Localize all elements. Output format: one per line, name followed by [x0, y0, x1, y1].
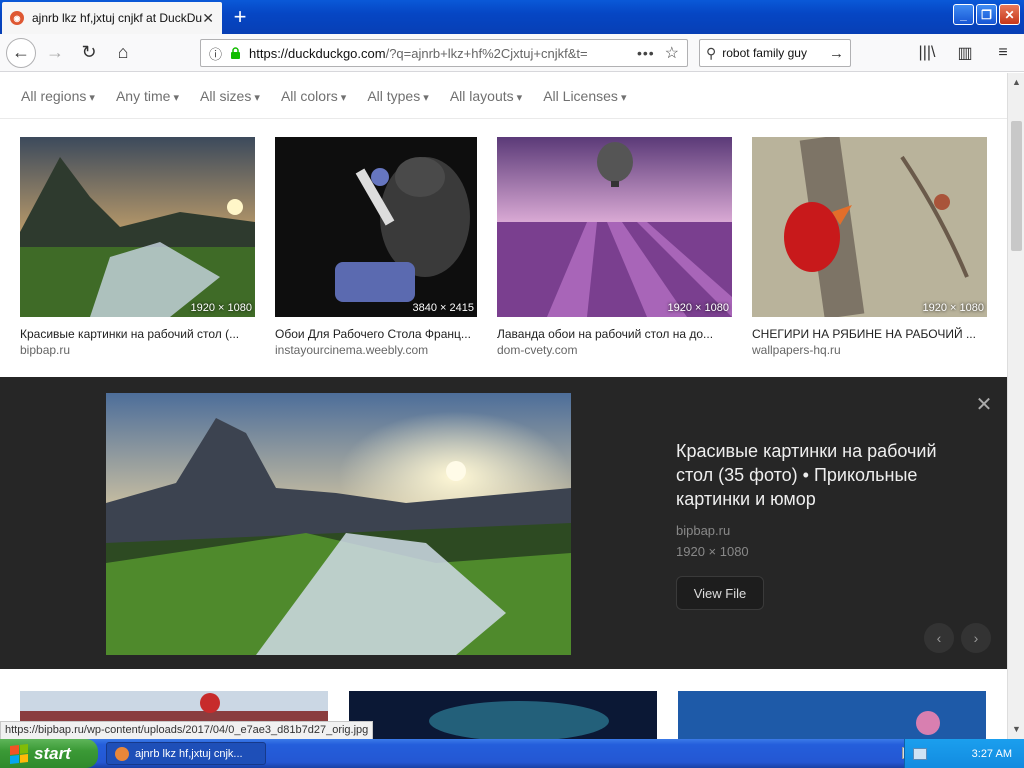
- info-icon[interactable]: ⓘ: [209, 44, 222, 63]
- image-results: 1920 × 1080 Красивые картинки на рабочий…: [0, 119, 1007, 377]
- navigation-bar: ← → ↻ ⌂ ⓘ https://duckduckgo.com/?q=ajnr…: [0, 34, 1024, 72]
- result-source: instayourcinema.weebly.com: [275, 343, 429, 357]
- clock[interactable]: 3:27 AM: [972, 748, 1012, 760]
- result-source: bipbap.ru: [20, 343, 71, 357]
- page-actions-icon[interactable]: •••: [637, 45, 655, 61]
- next-image-icon[interactable]: ›: [961, 623, 991, 653]
- result-title[interactable]: Обои Для Рабочего Стола Франц...: [275, 327, 477, 341]
- firefox-icon: [115, 746, 129, 761]
- result-tile[interactable]: 1920 × 1080 Лаванда обои на рабочий стол…: [497, 137, 732, 357]
- detail-image[interactable]: [106, 393, 571, 655]
- result-image-cardinal[interactable]: 1920 × 1080: [752, 137, 987, 317]
- search-bar[interactable]: ⚲ robot family guy →: [699, 39, 851, 67]
- result-image-dog-phone[interactable]: 3840 × 2415: [275, 137, 477, 317]
- image-dimensions: 1920 × 1080: [667, 302, 729, 314]
- filter-colors[interactable]: All colors: [281, 88, 346, 104]
- detail-source[interactable]: bipbap.ru: [676, 523, 730, 538]
- new-tab-button[interactable]: +: [228, 4, 252, 29]
- image-detail-panel: ✕ Красивые картинки на рабочий стол (35 …: [0, 377, 1007, 669]
- filter-layouts[interactable]: All layouts: [450, 88, 522, 104]
- close-detail-icon[interactable]: ✕: [974, 395, 994, 415]
- close-window-button[interactable]: ✕: [999, 4, 1020, 25]
- address-bar[interactable]: ⓘ https://duckduckgo.com/?q=ajnrb+lkz+hf…: [200, 39, 688, 67]
- maximize-button[interactable]: ❐: [976, 4, 997, 25]
- taskbar-firefox-item[interactable]: ajnrb lkz hf,jxtuj cnjk...: [106, 742, 266, 765]
- home-button[interactable]: ⌂: [108, 38, 138, 68]
- search-icon: ⚲: [706, 44, 717, 61]
- tab-close-icon[interactable]: ✕: [202, 10, 214, 27]
- filter-types[interactable]: All types: [367, 88, 429, 104]
- sidebar-icon[interactable]: ▥: [950, 38, 980, 68]
- filter-regions[interactable]: All regions: [21, 88, 95, 104]
- url-path: /?q=ajnrb+lkz+hf%2Cjxtuj+cnjkf&t=: [385, 45, 588, 61]
- result-source: dom-cvety.com: [497, 343, 578, 357]
- result-image-waterfall[interactable]: 1920 × 1080: [20, 137, 255, 317]
- back-button[interactable]: ←: [6, 37, 36, 68]
- network-icon[interactable]: [913, 747, 927, 760]
- minimize-button[interactable]: _: [953, 4, 974, 25]
- filter-sizes[interactable]: All sizes: [200, 88, 260, 104]
- detail-dimensions: 1920 × 1080: [676, 544, 749, 559]
- result-image-flower[interactable]: [678, 691, 986, 739]
- result-tile[interactable]: 1920 × 1080 СНЕГИРИ НА РЯБИНЕ НА РАБОЧИЙ…: [752, 137, 987, 357]
- scroll-thumb[interactable]: [1011, 121, 1022, 251]
- forward-button[interactable]: →: [40, 38, 70, 68]
- tab-title: ajnrb lkz hf,jxtuj cnjkf at DuckDuckGo: [32, 11, 202, 25]
- browser-tab[interactable]: ◉ ajnrb lkz hf,jxtuj cnjkf at DuckDuckGo…: [2, 2, 222, 34]
- url-text: https://duckduckgo.com/?q=ajnrb+lkz+hf%2…: [249, 46, 609, 61]
- url-host: https://duckduckgo.com: [249, 45, 386, 61]
- reload-button[interactable]: ↻: [74, 38, 104, 68]
- task-label: ajnrb lkz hf,jxtuj cnjk...: [135, 747, 243, 760]
- bookmark-star-icon[interactable]: ☆: [665, 43, 679, 63]
- filter-bar: All regions Any time All sizes All color…: [0, 73, 1007, 119]
- filter-time[interactable]: Any time: [116, 88, 179, 104]
- result-image-lavender[interactable]: 1920 × 1080: [497, 137, 732, 317]
- menu-icon[interactable]: ≡: [988, 38, 1018, 68]
- result-tile[interactable]: 3840 × 2415 Обои Для Рабочего Стола Фран…: [275, 137, 477, 357]
- scroll-down-icon[interactable]: ▼: [1009, 722, 1024, 737]
- scroll-up-icon[interactable]: ▲: [1009, 75, 1024, 90]
- result-tile[interactable]: 1920 × 1080 Красивые картинки на рабочий…: [20, 137, 255, 357]
- search-go-icon[interactable]: →: [829, 45, 844, 62]
- image-dimensions: 1920 × 1080: [922, 302, 984, 314]
- view-file-button[interactable]: View File: [676, 576, 764, 610]
- search-text: robot family guy: [722, 46, 807, 60]
- library-icon[interactable]: |||\: [912, 38, 942, 68]
- result-title[interactable]: Лаванда обои на рабочий стол на до...: [497, 327, 732, 341]
- tab-bar: ◉ ajnrb lkz hf,jxtuj cnjkf at DuckDuckGo…: [0, 0, 1024, 34]
- start-button[interactable]: start: [0, 739, 98, 768]
- prev-image-icon[interactable]: ‹: [924, 623, 954, 653]
- detail-title[interactable]: Красивые картинки на рабочий стол (35 фо…: [676, 439, 976, 511]
- image-dimensions: 3840 × 2415: [412, 302, 474, 314]
- windows-logo-icon: [10, 743, 28, 764]
- result-title[interactable]: Красивые картинки на рабочий стол (...: [20, 327, 255, 341]
- windows-taskbar: start ajnrb lkz hf,jxtuj cnjk... 3:27 AM: [0, 739, 1024, 768]
- duckduckgo-favicon-icon: ◉: [10, 11, 24, 25]
- lock-icon: [231, 47, 241, 59]
- result-image-space[interactable]: [349, 691, 657, 739]
- page-scrollbar[interactable]: ▲ ▼: [1007, 73, 1024, 739]
- system-tray: 3:27 AM: [904, 739, 1024, 768]
- result-source: wallpapers-hq.ru: [752, 343, 841, 357]
- start-label: start: [34, 743, 71, 763]
- image-dimensions: 1920 × 1080: [190, 302, 252, 314]
- result-title[interactable]: СНЕГИРИ НА РЯБИНЕ НА РАБОЧИЙ ...: [752, 327, 987, 341]
- filter-licenses[interactable]: All Licenses: [543, 88, 626, 104]
- status-bar-url: https://bipbap.ru/wp-content/uploads/201…: [0, 721, 374, 740]
